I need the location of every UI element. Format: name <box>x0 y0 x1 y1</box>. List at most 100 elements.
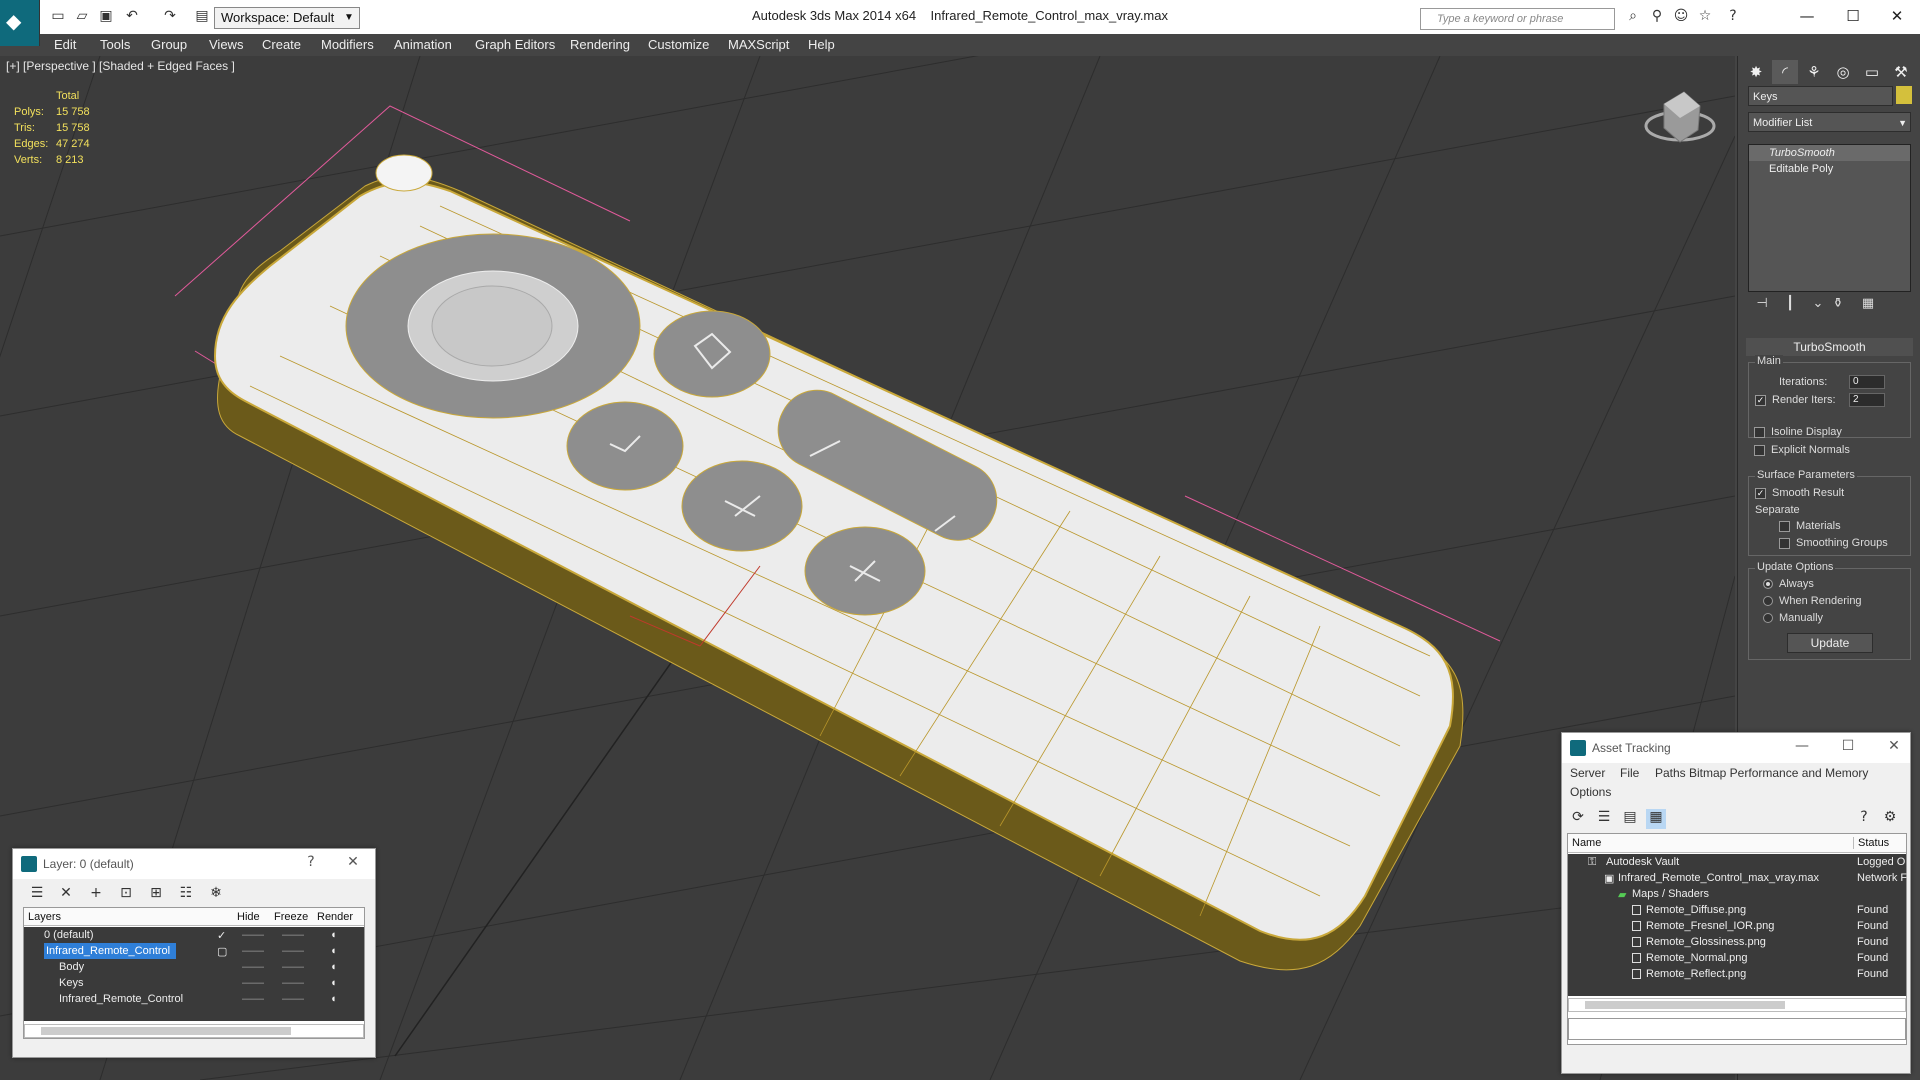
new-file-icon[interactable]: ▭ <box>48 8 68 26</box>
redo-icon[interactable]: ↷ <box>160 8 180 26</box>
layer-window-titlebar[interactable]: Layer: 0 (default) ? ✕ <box>13 849 375 879</box>
close-button[interactable]: ✕ <box>1874 0 1920 32</box>
column-render[interactable]: Render <box>317 911 353 923</box>
asset-row[interactable]: ⚿ Autodesk Vault Logged O <box>1568 854 1906 870</box>
render-iters-spinner[interactable]: 2 <box>1849 393 1885 407</box>
render-iters-checkbox[interactable]: ✓ <box>1755 394 1766 406</box>
menu-paths[interactable]: Paths <box>1655 766 1686 780</box>
settings-icon[interactable]: ⚙ <box>1880 809 1900 829</box>
column-freeze[interactable]: Freeze <box>274 911 308 923</box>
add-to-layer-icon[interactable]: + <box>86 885 106 905</box>
iterations-spinner[interactable]: 0 <box>1849 375 1885 389</box>
always-radio[interactable] <box>1763 579 1773 590</box>
menu-maxscript[interactable]: MAXScript <box>728 37 789 52</box>
modifier-list-dropdown[interactable]: Modifier List ▼ <box>1748 112 1911 132</box>
scroll-thumb[interactable] <box>41 1027 291 1035</box>
always-row[interactable]: Always <box>1763 578 1814 590</box>
help-icon[interactable]: ? <box>1854 809 1874 829</box>
menu-rendering[interactable]: Rendering <box>570 37 630 52</box>
when-rendering-row[interactable]: When Rendering <box>1763 595 1862 607</box>
asset-row[interactable]: ▣ Infrared_Remote_Control_max_vray.max Net… <box>1568 870 1907 886</box>
menu-server[interactable]: Server <box>1570 766 1605 780</box>
undo-icon[interactable]: ↶ <box>122 8 142 26</box>
project-folder-icon[interactable]: ▤ <box>192 8 212 26</box>
render-teapot-icon[interactable]: ◖ <box>330 993 337 1005</box>
layer-row[interactable]: Infrared_Remote_Control —— —— ◖ <box>24 991 364 1007</box>
open-file-icon[interactable]: ▱ <box>72 8 92 26</box>
help-icon[interactable]: ? <box>301 854 321 870</box>
materials-checkbox[interactable] <box>1779 520 1790 532</box>
explicit-normals-row[interactable]: Explicit Normals <box>1754 444 1850 456</box>
asset-row[interactable]: Remote_Normal.png Found <box>1568 950 1906 966</box>
set-current-icon[interactable]: ▢ <box>217 945 227 958</box>
manually-radio[interactable] <box>1763 613 1773 624</box>
freeze-all-icon[interactable]: ❄ <box>206 885 226 905</box>
table-view-icon[interactable]: ▦ <box>1646 809 1666 829</box>
asset-row[interactable]: Remote_Glossiness.png Found <box>1568 934 1906 950</box>
isoline-checkbox[interactable] <box>1754 426 1765 438</box>
close-icon[interactable]: ✕ <box>343 854 363 870</box>
menu-create[interactable]: Create <box>262 37 301 52</box>
asset-path-field[interactable] <box>1568 1018 1906 1040</box>
app-menu-button[interactable]: ◆ <box>0 0 40 46</box>
communication-icon[interactable]: ⚲ <box>1646 8 1668 28</box>
display-tab-icon[interactable]: ▭ <box>1859 60 1885 84</box>
scroll-thumb[interactable] <box>1585 1001 1785 1009</box>
isoline-display-row[interactable]: Isoline Display <box>1754 426 1842 438</box>
asset-row[interactable]: Remote_Fresnel_IOR.png Found <box>1568 918 1906 934</box>
menu-views[interactable]: Views <box>209 37 243 52</box>
menu-help[interactable]: Help <box>808 37 835 52</box>
workspace-dropdown[interactable]: Workspace: Default ▼ <box>214 7 360 29</box>
freeze-toggle[interactable]: —— <box>282 977 304 989</box>
turbosmooth-rollout-header[interactable]: TurboSmooth <box>1746 338 1913 356</box>
refresh-icon[interactable]: ⟳ <box>1568 809 1588 829</box>
help-icon[interactable]: ? <box>1722 8 1744 28</box>
column-layers[interactable]: Layers <box>28 911 61 923</box>
configure-sets-icon[interactable]: ▦ <box>1858 296 1878 311</box>
menu-tools[interactable]: Tools <box>100 37 130 52</box>
user-icon[interactable]: ☺ <box>1670 8 1692 28</box>
layer-row[interactable]: Keys —— —— ◖ <box>24 975 364 991</box>
layer-row[interactable]: 0 (default) ✓ —— —— ◖ <box>24 927 364 943</box>
layer-horizontal-scrollbar[interactable] <box>24 1024 364 1038</box>
hierarchy-tab-icon[interactable]: ⚘ <box>1801 60 1827 84</box>
object-color-swatch[interactable] <box>1896 86 1912 104</box>
thumbnail-view-icon[interactable]: ▤ <box>1620 809 1640 829</box>
highlight-layer-icon[interactable]: ⊞ <box>146 885 166 905</box>
smoothing-groups-checkbox[interactable] <box>1779 537 1790 549</box>
favorites-star-icon[interactable]: ☆ <box>1694 8 1716 28</box>
asset-row[interactable]: Remote_Reflect.png Found <box>1568 966 1906 982</box>
smoothing-groups-row[interactable]: Smoothing Groups <box>1779 537 1888 549</box>
smooth-result-row[interactable]: ✓ Smooth Result <box>1755 487 1844 499</box>
stack-item-editable-poly[interactable]: Editable Poly <box>1749 161 1910 177</box>
new-layer-icon[interactable]: ☰ <box>27 885 47 905</box>
hide-toggle[interactable]: —— <box>242 993 264 1005</box>
asset-window-titlebar[interactable]: Asset Tracking — ☐ ✕ <box>1562 733 1910 763</box>
smooth-result-checkbox[interactable]: ✓ <box>1755 487 1766 499</box>
viewcube[interactable] <box>1644 91 1716 143</box>
menu-graph-editors[interactable]: Graph Editors <box>475 37 555 52</box>
maximize-button[interactable]: ☐ <box>1830 0 1876 32</box>
layer-row[interactable]: Body —— —— ◖ <box>24 959 364 975</box>
hide-all-icon[interactable]: ☷ <box>176 885 196 905</box>
minimize-button[interactable]: — <box>1784 0 1830 32</box>
freeze-toggle[interactable]: —— <box>282 929 304 941</box>
show-end-result-icon[interactable]: ┃ <box>1780 296 1800 311</box>
list-view-icon[interactable]: ☰ <box>1594 809 1614 829</box>
menu-modifiers[interactable]: Modifiers <box>321 37 374 52</box>
viewport-label[interactable]: [+] [Perspective ] [Shaded + Edged Faces… <box>6 59 235 73</box>
object-name-field[interactable]: Keys <box>1748 86 1893 106</box>
make-unique-icon[interactable]: ⌄ <box>1808 296 1828 311</box>
freeze-toggle[interactable]: —— <box>282 961 304 973</box>
pin-stack-icon[interactable]: ⊣ <box>1752 296 1772 311</box>
close-icon[interactable]: ✕ <box>1884 738 1904 754</box>
manually-row[interactable]: Manually <box>1763 612 1823 624</box>
hide-toggle[interactable]: —— <box>242 945 264 957</box>
explicit-normals-checkbox[interactable] <box>1754 444 1765 456</box>
when-rendering-radio[interactable] <box>1763 596 1773 607</box>
column-hide[interactable]: Hide <box>237 911 260 923</box>
menu-customize[interactable]: Customize <box>648 37 709 52</box>
menu-animation[interactable]: Animation <box>394 37 452 52</box>
maximize-icon[interactable]: ☐ <box>1838 738 1858 754</box>
utilities-tab-icon[interactable]: ⚒ <box>1888 60 1914 84</box>
